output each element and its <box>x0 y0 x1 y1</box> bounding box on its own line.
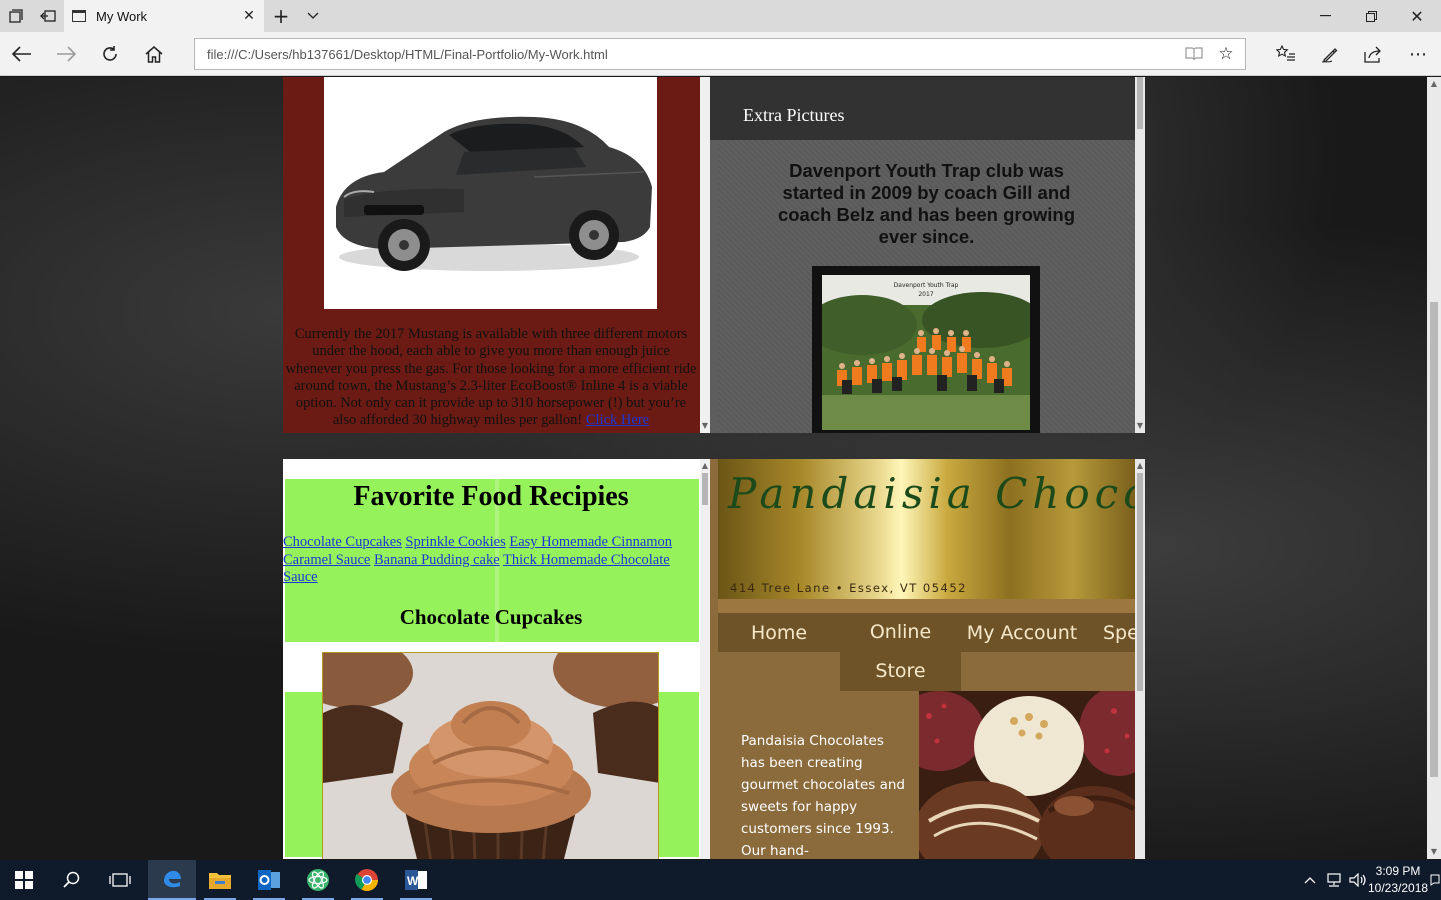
edge-taskbar-icon[interactable] <box>148 860 196 900</box>
home-button[interactable] <box>132 32 176 76</box>
scroll-down-arrow-icon[interactable]: ▼ <box>698 419 710 433</box>
pandaisia-frame[interactable]: Pandaisia Chocolates 414 Tree Lane • Ess… <box>710 459 1145 859</box>
atom-icon[interactable] <box>294 860 342 900</box>
extra-pictures-link[interactable]: Extra Pictures <box>743 105 844 126</box>
new-tab-button[interactable]: + <box>266 0 296 32</box>
scroll-up-arrow-icon[interactable]: ▲ <box>1133 459 1145 473</box>
trap-body: Davenport Youth Trap club was started in… <box>718 140 1135 433</box>
scroll-up-arrow-icon[interactable]: ▲ <box>1427 77 1441 91</box>
volume-icon[interactable] <box>1346 860 1370 900</box>
tab-title: My Work <box>96 8 148 24</box>
windows-taskbar: W 3:09 PM 10/23/2018 <box>0 860 1441 900</box>
chocolates-image <box>919 691 1135 859</box>
mustang-click-here-link[interactable]: Click Here <box>586 412 649 428</box>
network-icon[interactable] <box>1322 860 1346 900</box>
tab-my-work[interactable]: My Work ✕ <box>64 0 264 32</box>
nav-spacer <box>718 652 840 691</box>
nav-my-account[interactable]: My Account <box>961 613 1083 652</box>
refresh-button[interactable] <box>88 32 132 76</box>
action-center-icon[interactable] <box>1428 860 1441 900</box>
link-chocolate-cupcakes[interactable]: Chocolate Cupcakes <box>283 534 402 550</box>
clock-date: 10/23/2018 <box>1368 881 1429 895</box>
mustang-description: Currently the 2017 Mustang is available … <box>283 326 699 430</box>
system-clock[interactable]: 3:09 PM 10/23/2018 <box>1368 863 1428 897</box>
chevron-down-icon[interactable] <box>298 0 328 32</box>
pandaisia-nav: Home Online Store My Account Specials <box>718 613 1145 691</box>
restore-button[interactable] <box>1348 0 1394 32</box>
link-banana-pudding-cake[interactable]: Banana Pudding cake <box>374 552 500 568</box>
nav-home[interactable]: Home <box>718 613 840 652</box>
word-icon[interactable]: W <box>392 860 440 900</box>
share-icon[interactable] <box>1351 32 1395 76</box>
chrome-icon[interactable] <box>343 860 391 900</box>
cupcake-image <box>322 652 659 859</box>
pandaisia-banner: Pandaisia Chocolates 414 Tree Lane • Ess… <box>718 459 1135 599</box>
svg-text:W: W <box>407 874 419 888</box>
page-icon <box>72 10 86 22</box>
tab-list-icon[interactable] <box>0 0 32 32</box>
close-tab-icon[interactable]: ✕ <box>234 8 264 24</box>
task-view-icon[interactable] <box>96 860 144 900</box>
trap-heading: Davenport Youth Trap club was started in… <box>777 160 1076 247</box>
start-button[interactable] <box>0 860 48 900</box>
food-scroll-thumb[interactable] <box>702 473 708 505</box>
food-title: Favorite Food Recipies <box>353 481 629 512</box>
clock-time: 3:09 PM <box>1375 864 1421 878</box>
mustang-frame[interactable]: Currently the 2017 Mustang is available … <box>283 77 710 433</box>
scroll-down-arrow-icon[interactable]: ▼ <box>1427 845 1441 859</box>
url-text: file:///C:/Users/hb137661/Desktop/HTML/F… <box>207 46 608 62</box>
trap-team-photo: Davenport Youth Trap 2017 <box>822 275 1030 430</box>
page-scrollbar[interactable]: ▲ ▼ <box>1427 77 1441 859</box>
food-subtitle: Chocolate Cupcakes <box>399 605 583 629</box>
outlook-icon[interactable] <box>245 860 293 900</box>
food-scrollbar[interactable]: ▲ <box>700 459 710 859</box>
more-options-icon[interactable]: ⋯ <box>1396 32 1440 76</box>
banner-stripe <box>718 599 1135 613</box>
back-button[interactable] <box>0 32 44 76</box>
forward-button[interactable] <box>44 32 88 76</box>
set-tabs-aside-icon[interactable] <box>32 0 64 32</box>
trap-photo-frame: Davenport Youth Trap 2017 <box>812 266 1040 433</box>
search-icon[interactable] <box>48 860 96 900</box>
page-body: Currently the 2017 Mustang is available … <box>0 77 1427 859</box>
show-hidden-icons-chevron-icon[interactable] <box>1298 860 1322 900</box>
url-field[interactable]: file:///C:/Users/hb137661/Desktop/HTML/F… <box>194 38 1246 70</box>
trap-scroll-thumb[interactable] <box>1137 77 1143 129</box>
nav-online-store-label: Online Store <box>869 621 932 682</box>
scroll-down-arrow-icon[interactable]: ▼ <box>1133 419 1145 433</box>
scroll-up-arrow-icon[interactable]: ▲ <box>698 459 710 473</box>
recipe-links: Chocolate Cupcakes Sprinkle Cookies Easy… <box>283 534 699 587</box>
pandaisia-address: 414 Tree Lane • Essex, VT 05452 <box>730 581 968 595</box>
page-scroll-thumb[interactable] <box>1430 302 1438 777</box>
favorite-star-icon[interactable]: ☆ <box>1211 39 1241 69</box>
food-recipes-frame[interactable]: Favorite Food Recipies Chocolate Cupcake… <box>283 459 710 859</box>
trap-scrollbar[interactable]: ▼ <box>1135 77 1145 433</box>
reading-view-icon[interactable] <box>1179 39 1209 69</box>
file-explorer-icon[interactable] <box>196 860 244 900</box>
close-window-button[interactable]: ✕ <box>1394 0 1440 32</box>
mustang-scrollbar[interactable]: ▼ <box>700 77 710 433</box>
favorites-hub-icon[interactable] <box>1264 32 1308 76</box>
pandaisia-intro-text: Pandaisia Chocolates has been creating g… <box>741 733 906 859</box>
pandaisia-scroll-thumb[interactable] <box>1137 473 1143 691</box>
trap-club-frame[interactable]: Extra Pictures Davenport Youth Trap club… <box>710 77 1145 433</box>
link-sprinkle-cookies[interactable]: Sprinkle Cookies <box>405 534 505 550</box>
mustang-image <box>324 77 657 309</box>
pandaisia-logo: Pandaisia Chocolates <box>728 469 1135 518</box>
pandaisia-scrollbar[interactable]: ▲ <box>1135 459 1145 859</box>
web-note-pen-icon[interactable] <box>1308 32 1352 76</box>
address-bar-row: file:///C:/Users/hb137661/Desktop/HTML/F… <box>0 32 1441 76</box>
trap-header: Extra Pictures <box>710 77 1135 140</box>
nav-online-store[interactable]: Online Store <box>840 613 961 691</box>
tab-bar: My Work ✕ + ✕ <box>0 0 1441 32</box>
minimize-button[interactable] <box>1302 0 1348 32</box>
